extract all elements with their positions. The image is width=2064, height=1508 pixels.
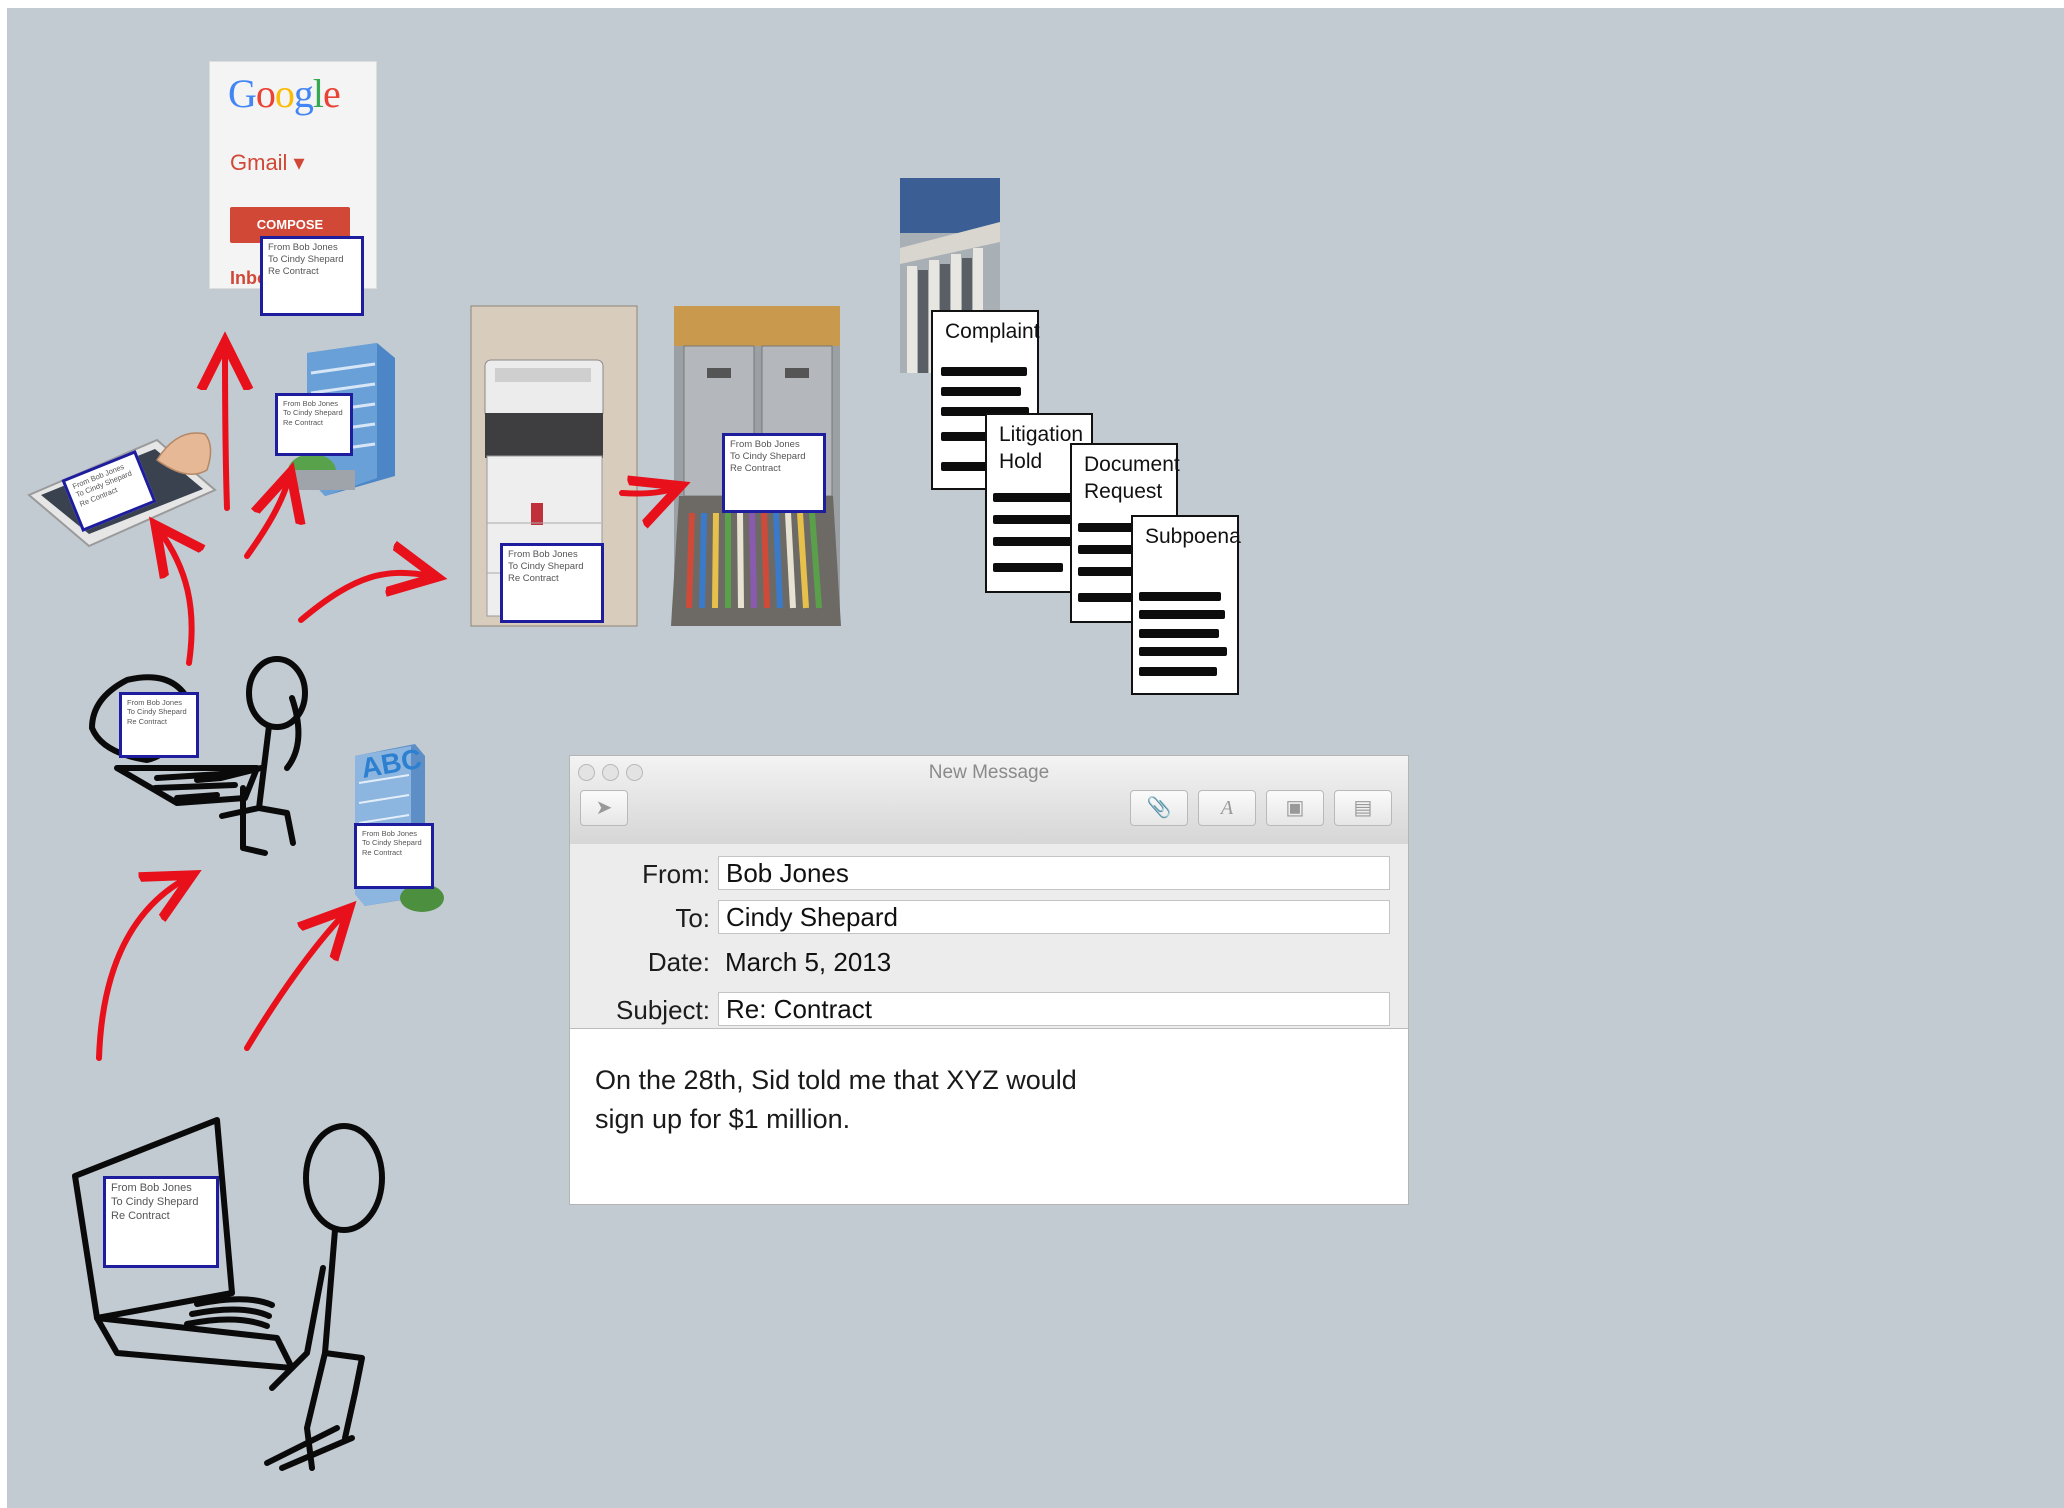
arrow [298, 573, 431, 623]
from-row: From: Bob Jones [570, 856, 1408, 894]
stationery-button[interactable]: ▤ [1334, 790, 1392, 826]
to-label: To: [675, 903, 710, 933]
message-card-abc-building: From Bob Jones To Cindy Shepard Re Contr… [354, 823, 434, 889]
card-re: Re Contract [283, 417, 324, 427]
text-line [1139, 592, 1221, 601]
message-body-line: sign up for $1 million. [595, 1104, 851, 1134]
text-line [1139, 629, 1219, 638]
text-line [993, 537, 1079, 546]
fonts-button[interactable]: A [1198, 790, 1256, 826]
arrow [96, 878, 187, 1061]
photo-browser-button[interactable]: ▣ [1266, 790, 1324, 826]
date-value: March 5, 2013 [725, 947, 892, 977]
window-title: New Message [928, 762, 1050, 783]
send-button[interactable]: ➤ [580, 790, 628, 826]
text-line [1078, 593, 1138, 602]
subpoena-title: Subpoena [1145, 525, 1241, 548]
attach-icon: 📎 [1146, 797, 1172, 819]
card-re: Re Contract [362, 847, 403, 857]
send-icon: ➤ [595, 797, 613, 819]
date-row: Date: March 5, 2013 [570, 944, 1408, 982]
text-line [941, 387, 1021, 396]
arrow [244, 478, 289, 559]
document-request-title: Document Request [1072, 445, 1180, 506]
text-line [993, 493, 1081, 502]
from-label: From: [642, 859, 710, 889]
litigation-hold-title-line1: Litigation [999, 423, 1084, 446]
message-card-office: From Bob Jones To Cindy Shepard Re Contr… [275, 393, 353, 456]
document-request-title-line2: Request [1084, 480, 1163, 504]
text-line [1078, 567, 1138, 576]
card-to: To Cindy Shepard [508, 560, 584, 572]
card-from: From Bob Jones [508, 549, 578, 560]
message-header: From: Bob Jones To: Cindy Shepard Date: … [570, 844, 1408, 995]
date-label: Date: [647, 947, 710, 977]
subject-row: Subject: Re: Contract [570, 990, 1408, 1029]
message-card-file-cabinet: From Bob Jones To Cindy Shepard Re Contr… [722, 433, 826, 513]
card-to: To Cindy Shepard [362, 838, 422, 848]
subpoena-document: Subpoena [1131, 515, 1241, 695]
message-card-gmail: From Bob Jones To Cindy Shepard Re Contr… [260, 236, 364, 316]
subject-field[interactable]: Re: Contract [718, 992, 1390, 1026]
message-body[interactable]: On the 28th, Sid told me that XYZ would … [595, 1061, 1195, 1139]
card-to: To Cindy Shepard [283, 408, 343, 418]
arrow [159, 530, 192, 666]
text-line [1078, 545, 1138, 554]
arrow [244, 913, 345, 1051]
to-field[interactable]: Cindy Shepard [718, 900, 1390, 934]
card-re: Re Contract [127, 716, 168, 726]
subject-label: Subject: [616, 995, 710, 1025]
font-icon: A [1220, 797, 1234, 819]
photo-icon: ▣ [1285, 797, 1305, 819]
card-from: From Bob Jones [127, 698, 183, 707]
card-from: From Bob Jones [362, 829, 418, 838]
message-card-person-middle: From Bob Jones To Cindy Shepard Re Contr… [119, 692, 199, 758]
card-to: To Cindy Shepard [127, 707, 187, 717]
complaint-title: Complaint [945, 320, 1040, 343]
text-line [993, 563, 1063, 572]
card-from: From Bob Jones [283, 399, 339, 408]
litigation-hold-title-line2: Hold [999, 450, 1043, 474]
text-line [1078, 523, 1138, 532]
text-line [1139, 667, 1217, 676]
card-re: Re Contract [730, 462, 781, 474]
card-to: To Cindy Shepard [730, 450, 806, 462]
text-line [941, 367, 1027, 376]
card-re: Re Contract [268, 265, 319, 277]
attach-button[interactable]: 📎 [1130, 790, 1188, 826]
card-from: From Bob Jones [730, 439, 800, 450]
card-to: To Cindy Shepard [268, 253, 344, 265]
person-with-large-laptop-sketch [72, 1117, 385, 1471]
new-message-window: New Message ➤ 📎 A ▣ ▤ From: Bob Jones To… [569, 755, 1409, 1205]
document-request-title-line1: Document [1084, 453, 1180, 476]
template-icon: ▤ [1353, 797, 1373, 819]
text-line [1139, 647, 1227, 656]
message-card-person-bottom: From Bob Jones To Cindy Shepard Re Contr… [103, 1176, 219, 1268]
arrow [225, 348, 227, 511]
from-field[interactable]: Bob Jones [718, 856, 1390, 890]
card-from: From Bob Jones [268, 242, 338, 253]
card-to: To Cindy Shepard [111, 1195, 199, 1208]
to-row: To: Cindy Shepard [570, 900, 1408, 938]
card-from: From Bob Jones [111, 1182, 192, 1194]
card-re: Re Contract [508, 572, 559, 584]
diagram-canvas: Google Gmail ▾ COMPOSE Inbox ABC From Bo… [7, 8, 2064, 1508]
card-re: Re Contract [111, 1209, 170, 1222]
message-body-line: On the 28th, Sid told me that XYZ would [595, 1065, 1077, 1095]
window-titlebar: New Message ➤ 📎 A ▣ ▤ [570, 756, 1408, 845]
text-line [1139, 610, 1225, 619]
text-line [993, 515, 1073, 524]
message-card-copier: From Bob Jones To Cindy Shepard Re Contr… [500, 543, 604, 623]
